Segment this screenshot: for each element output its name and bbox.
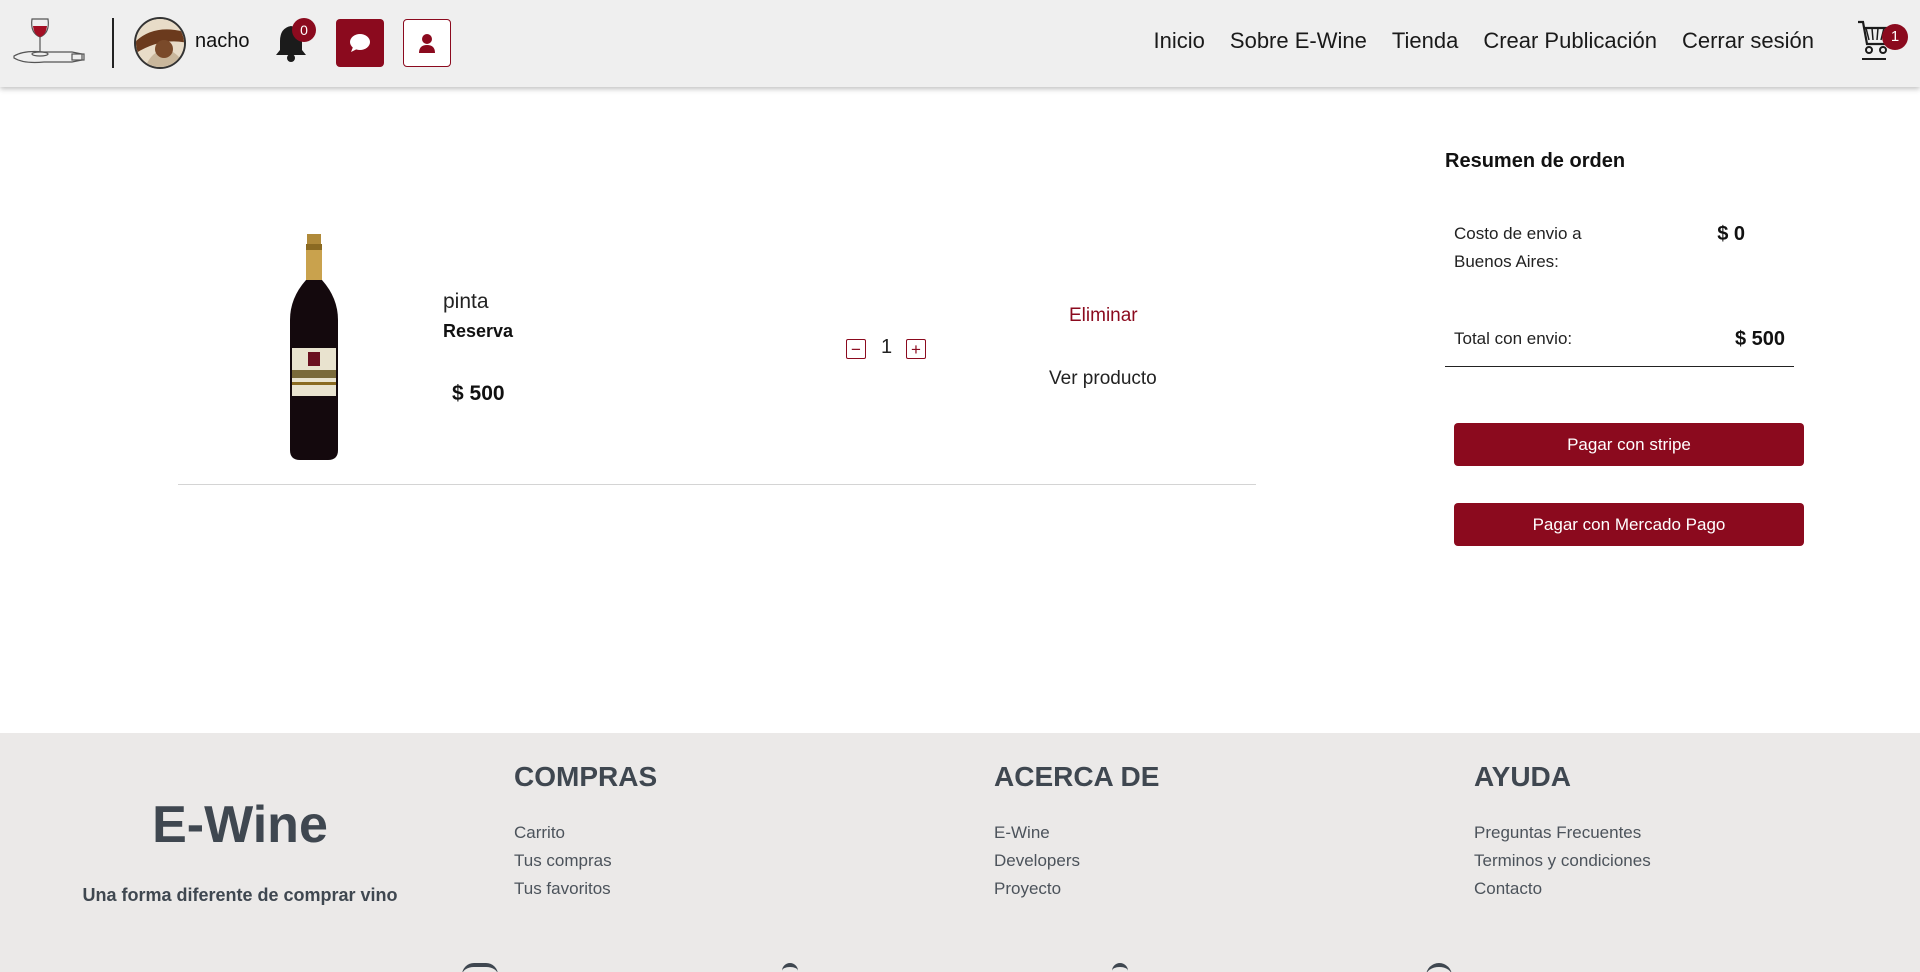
plus-icon: + — [911, 339, 921, 359]
pay-stripe-button[interactable]: Pagar con stripe — [1454, 423, 1804, 466]
remove-item-link[interactable]: Eliminar — [1069, 305, 1138, 327]
summary-title: Resumen de orden — [1445, 150, 1626, 172]
pay-mercadopago-button[interactable]: Pagar con Mercado Pago — [1454, 503, 1804, 546]
quantity-decrease-button[interactable]: − — [846, 339, 866, 359]
twitter-icon[interactable] — [1112, 963, 1128, 972]
footer: E-Wine Una forma diferente de comprar vi… — [0, 733, 1920, 972]
footer-column-compras: COMPRAS Carrito Tus compras Tus favorito… — [514, 761, 657, 903]
top-navbar: nacho 0 Inicio Sobre E-Wine Tienda Crear… — [0, 0, 1920, 87]
wine-logo-icon[interactable] — [12, 16, 88, 70]
product-name: pinta — [443, 290, 489, 313]
footer-link-proyecto[interactable]: Proyecto — [994, 875, 1159, 903]
shipping-cost-label: Costo de envio a Buenos Aires: — [1454, 224, 1582, 271]
total-row: Total con envio: $ 500 — [1445, 310, 1794, 367]
footer-heading-acerca: ACERCA DE — [994, 761, 1160, 792]
total-label: Total con envio: — [1454, 329, 1573, 348]
footer-link-carrito[interactable]: Carrito — [514, 819, 657, 847]
footer-tagline: Una forma diferente de comprar vino — [82, 885, 398, 905]
header-divider — [112, 18, 114, 68]
footer-link-ewine[interactable]: E-Wine — [994, 819, 1159, 847]
footer-link-tus-compras[interactable]: Tus compras — [514, 847, 657, 875]
footer-heading-compras: COMPRAS — [514, 761, 658, 792]
notifications-badge: 0 — [292, 18, 316, 42]
footer-column-acerca: ACERCA DE E-Wine Developers Proyecto — [994, 761, 1159, 903]
quantity-value: 1 — [881, 336, 893, 358]
product-type: Reserva — [443, 321, 514, 341]
github-icon[interactable] — [1426, 963, 1452, 972]
quantity-increase-button[interactable]: + — [906, 339, 926, 359]
facebook-icon[interactable] — [782, 963, 798, 972]
footer-link-tus-favoritos[interactable]: Tus favoritos — [514, 875, 657, 903]
chat-icon — [350, 34, 370, 52]
footer-link-contacto[interactable]: Contacto — [1474, 875, 1651, 903]
footer-heading-ayuda: AYUDA — [1474, 761, 1571, 792]
footer-link-preguntas-frecuentes[interactable]: Preguntas Frecuentes — [1474, 819, 1651, 847]
nav-sobre-ewine[interactable]: Sobre E-Wine — [1230, 28, 1367, 54]
product-price: $ 500 — [452, 382, 505, 405]
shipping-cost-value: $ 0 — [1717, 223, 1745, 245]
username-label[interactable]: nacho — [195, 30, 250, 53]
profile-button[interactable] — [403, 19, 451, 67]
total-value: $ 500 — [1734, 328, 1785, 350]
nav-crear-publicacion[interactable]: Crear Publicación — [1483, 28, 1657, 54]
nav-tienda[interactable]: Tienda — [1392, 28, 1458, 54]
minus-icon: − — [851, 339, 861, 359]
footer-link-terminos[interactable]: Terminos y condiciones — [1474, 847, 1651, 875]
profile-icon — [419, 34, 435, 53]
avatar[interactable] — [134, 17, 186, 69]
order-summary: Resumen de orden Costo de envio a Buenos… — [1445, 150, 1805, 546]
nav-cerrar-sesion[interactable]: Cerrar sesión — [1682, 28, 1814, 54]
cart-count-badge: 1 — [1882, 24, 1908, 50]
main-nav: Inicio Sobre E-Wine Tienda Crear Publica… — [1154, 28, 1814, 54]
avatar-image — [136, 19, 184, 67]
product-image[interactable] — [284, 232, 344, 462]
cart-item-row: pinta Reserva $ 500 − 1 + Eliminar Ver p… — [178, 210, 1256, 485]
nav-inicio[interactable]: Inicio — [1154, 28, 1205, 54]
footer-column-ayuda: AYUDA Preguntas Frecuentes Terminos y co… — [1474, 761, 1651, 903]
instagram-icon[interactable] — [462, 963, 498, 972]
footer-brand: E-Wine — [152, 796, 328, 854]
footer-link-developers[interactable]: Developers — [994, 847, 1159, 875]
chat-button[interactable] — [336, 19, 384, 67]
view-product-link[interactable]: Ver producto — [1049, 368, 1157, 390]
